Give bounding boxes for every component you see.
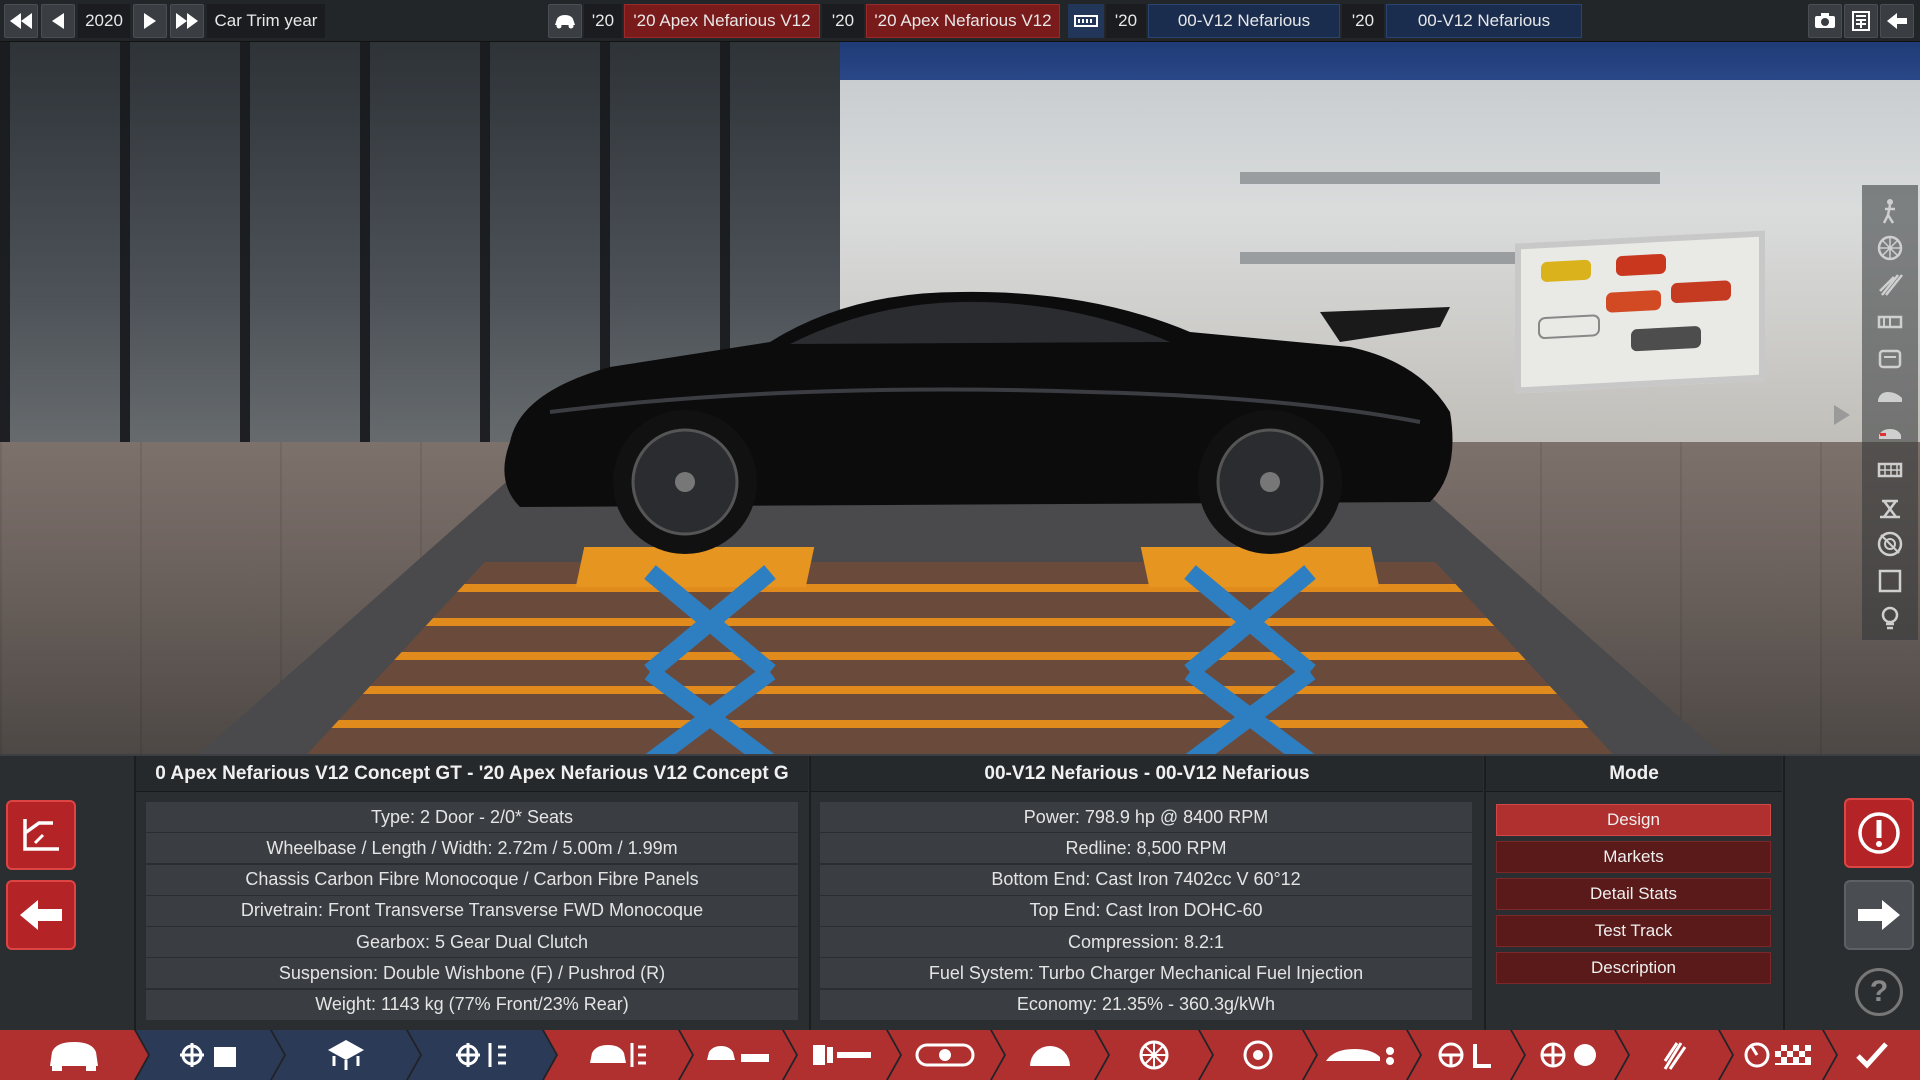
engine-icon[interactable] [272, 1030, 420, 1080]
shock-icon[interactable] [1876, 308, 1904, 336]
calculator-icon[interactable] [1844, 4, 1878, 38]
wheel-icon[interactable] [1876, 234, 1904, 262]
engine-variant-selector[interactable]: 00-V12 Nefarious [1386, 4, 1582, 38]
help-icon[interactable]: ? [1855, 968, 1903, 1016]
frame-icon[interactable] [1876, 567, 1904, 595]
car-stat-row: Type: 2 Door - 2/0* Seats [146, 802, 798, 832]
test-icon[interactable] [1616, 1030, 1732, 1080]
car-stat-row: Weight: 1143 kg (77% Front/23% Rear) [146, 989, 798, 1020]
brake-disc-icon[interactable] [1200, 1030, 1316, 1080]
whiteboard [1515, 230, 1765, 394]
scissor-lift-icon [644, 565, 776, 754]
car-stat-row: Drivetrain: Front Transverse Transverse … [146, 895, 798, 926]
brake-icon[interactable] [1876, 345, 1904, 373]
axes-icon[interactable] [6, 800, 76, 870]
car-model-icon[interactable] [0, 1030, 148, 1080]
final-icon[interactable] [1720, 1030, 1836, 1080]
taillight-icon[interactable] [1876, 419, 1904, 447]
mode-description-button[interactable]: Description [1496, 952, 1771, 984]
car-lift-platform [300, 562, 1620, 754]
engine-stat-row: Bottom End: Cast Iron 7402cc V 60°12 [820, 864, 1472, 895]
engine-stat-row: Economy: 21.35% - 360.3g/kWh [820, 989, 1472, 1020]
view-options-strip [1862, 185, 1918, 640]
car-model[interactable] [490, 272, 1470, 572]
scissor-lift-icon [1184, 565, 1316, 754]
trim-selector[interactable]: '20 Apex Nefarious V12 [866, 4, 1060, 38]
mode-button-list: Design Markets Detail Stats Test Track D… [1496, 804, 1771, 989]
engine-stat-row: Compression: 8.2:1 [820, 927, 1472, 958]
car-select-icon[interactable] [548, 4, 582, 38]
camera-icon[interactable] [1808, 4, 1842, 38]
engine-stat-row: Top End: Cast Iron DOHC-60 [820, 895, 1472, 926]
car-stat-row: Wheelbase / Length / Width: 2.72m / 5.00… [146, 833, 798, 864]
figure-icon[interactable] [1876, 197, 1904, 225]
jack-icon[interactable] [1876, 493, 1904, 521]
engine-stat-row: Redline: 8,500 RPM [820, 833, 1472, 864]
shelf [1240, 172, 1660, 184]
car-stat-row: Gearbox: 5 Gear Dual Clutch [146, 927, 798, 958]
mode-markets-button[interactable]: Markets [1496, 841, 1771, 873]
suspension-icon[interactable] [680, 1030, 796, 1080]
car-stat-row: Chassis Carbon Fibre Monocoque / Carbon … [146, 864, 798, 895]
bulb-icon[interactable] [1876, 604, 1904, 632]
mode-panel-title: Mode [1486, 756, 1782, 792]
year-display: 2020 [78, 4, 130, 38]
category-bar [0, 1030, 1920, 1080]
next-step-arrow-icon[interactable] [1844, 880, 1914, 950]
wheel-icon[interactable] [1096, 1030, 1212, 1080]
previous-step-arrow-icon[interactable] [6, 880, 76, 950]
car-viewport-3d[interactable] [0, 42, 1920, 754]
mode-design-button[interactable]: Design [1496, 804, 1771, 836]
safety-icon[interactable] [1512, 1030, 1628, 1080]
fast-forward-icon[interactable] [170, 4, 204, 38]
rewind-icon[interactable] [4, 4, 38, 38]
car-panel-title: 0 Apex Nefarious V12 Concept GT - '20 Ap… [136, 756, 808, 792]
car-body-icon[interactable] [544, 1030, 692, 1080]
mode-test-track-button[interactable]: Test Track [1496, 915, 1771, 947]
info-panel: 0 Apex Nefarious V12 Concept GT - '20 Ap… [0, 754, 1920, 1032]
car-stat-row: Suspension: Double Wishbone (F) / Pushro… [146, 958, 798, 989]
engine-stats-list: Power: 798.9 hp @ 8400 RPM Redline: 8,50… [820, 802, 1472, 1021]
checkmark-icon[interactable] [1824, 1030, 1920, 1080]
aero-icon[interactable] [1304, 1030, 1420, 1080]
car-side-icon[interactable] [1876, 382, 1904, 410]
engine-stat-row: Power: 798.9 hp @ 8400 RPM [820, 802, 1472, 832]
engine-body-icon[interactable] [136, 1030, 284, 1080]
gears-icon[interactable] [992, 1030, 1108, 1080]
fixture-icon[interactable] [1876, 271, 1904, 299]
steering-interior-icon[interactable] [1408, 1030, 1524, 1080]
engine-stat-row: Fuel System: Turbo Charger Mechanical Fu… [820, 958, 1472, 989]
car-stats-list: Type: 2 Door - 2/0* Seats Wheelbase / Le… [146, 802, 798, 1021]
engine-family-selector[interactable]: 00-V12 Nefarious [1148, 4, 1340, 38]
engine-tuning-icon[interactable] [408, 1030, 556, 1080]
fuel-icon[interactable] [888, 1030, 1004, 1080]
year-label: Car Trim year [207, 4, 325, 38]
engine-select-icon[interactable] [1068, 4, 1104, 38]
engine-family-year: '20 [1106, 4, 1146, 38]
grille-icon[interactable] [1876, 456, 1904, 484]
engine-panel-title: 00-V12 Nefarious - 00-V12 Nefarious [811, 756, 1483, 792]
warning-icon[interactable] [1844, 798, 1914, 868]
prev-icon[interactable] [41, 4, 75, 38]
trim-year: '20 [822, 4, 864, 38]
expand-panel-icon[interactable] [1826, 400, 1856, 430]
next-icon[interactable] [133, 4, 167, 38]
engine-variant-year: '20 [1342, 4, 1384, 38]
top-bar: 2020 Car Trim year '20 '20 Apex Nefariou… [0, 0, 1920, 42]
model-year: '20 [584, 4, 622, 38]
drivetrain-icon[interactable] [784, 1030, 900, 1080]
mode-detail-stats-button[interactable]: Detail Stats [1496, 878, 1771, 910]
back-arrow-icon[interactable] [1880, 4, 1914, 38]
model-selector[interactable]: '20 Apex Nefarious V12 [624, 4, 820, 38]
tire-icon[interactable] [1876, 530, 1904, 558]
